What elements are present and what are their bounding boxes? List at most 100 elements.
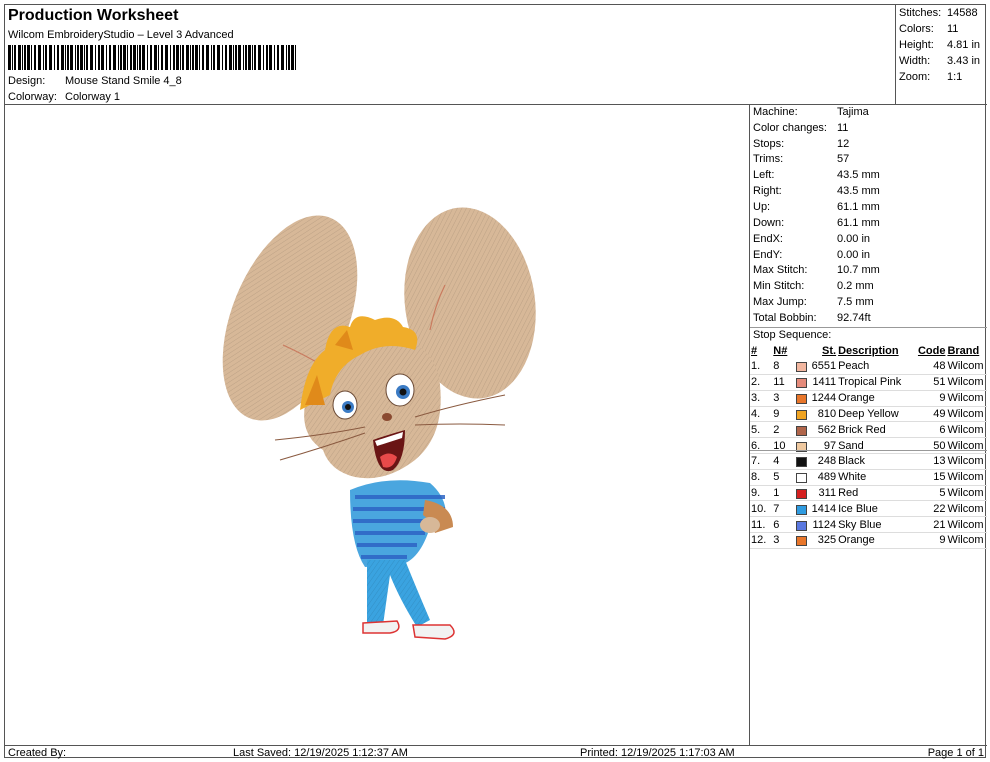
table-row: 12. 3 325 Orange 9 Wilcom [750,532,987,549]
row-index: 10. [750,500,773,518]
row-brand: Wilcom [946,406,987,423]
row-stitches-cell: 810 [794,406,838,423]
row-brand: Wilcom [946,437,987,455]
info-stops: Stops: 12 [753,138,850,150]
barcode-image [8,45,296,70]
color-swatch [795,378,807,389]
info-min-stitch: Min Stitch: 0.2 mm [753,280,874,292]
row-needle: 2 [772,421,795,439]
design-preview-canvas[interactable] [5,105,750,745]
row-code: 5 [912,485,947,502]
col-description: Description [838,344,899,357]
row-brand: Wilcom [946,453,987,470]
stop-sequence-rows: 1. 8 6551 Peach 48 Wilcom 2. 11 1411 Tropical Pin… [750,358,987,549]
row-index: 7. [750,453,773,470]
row-description: Tropical Pink [837,374,913,391]
colorway-row: Colorway: Colorway 1 [8,91,120,103]
stats-colors: Colors: 11 [899,23,959,35]
row-stitches-cell: 489 [794,469,838,486]
row-brand: Wilcom [946,516,987,534]
color-swatch [795,362,807,373]
printed-date: Printed: 12/19/2025 1:17:03 AM [580,747,735,759]
info-max-jump: Max Jump: 7.5 mm [753,296,874,308]
row-brand: Wilcom [946,500,987,518]
row-code: 9 [912,390,947,407]
row-needle: 8 [772,358,795,376]
row-needle: 5 [772,469,795,486]
table-row: 3. 3 1244 Orange 9 Wilcom [750,390,987,407]
row-code: 9 [912,532,947,549]
row-code: 49 [912,406,947,423]
design-value: Mouse Stand Smile 4_8 [65,75,182,87]
row-description: Black [837,453,913,470]
row-stitches: 6551 [811,360,837,373]
table-row: 2. 11 1411 Tropical Pink 51 Wilcom [750,374,987,391]
color-swatch [795,410,807,421]
row-brand: Wilcom [946,390,987,407]
col-index: # [751,344,758,357]
row-index: 3. [750,390,773,407]
stats-width: Width: 3.43 in [899,55,981,67]
row-description: Ice Blue [837,500,913,518]
page-number: Page 1 of 1 [927,747,984,759]
row-description: Deep Yellow [837,406,913,423]
row-brand: Wilcom [946,485,987,502]
table-row: 9. 1 311 Red 5 Wilcom [750,485,987,502]
row-needle: 3 [772,532,795,549]
row-index: 6. [750,437,773,455]
row-code: 6 [912,421,947,439]
row-code: 15 [912,469,947,486]
row-stitches: 1124 [812,518,837,531]
row-index: 4. [750,406,773,423]
row-description: Sky Blue [837,516,913,534]
last-saved: Last Saved: 12/19/2025 1:12:37 AM [233,747,408,759]
table-row: 10. 7 1414 Ice Blue 22 Wilcom [750,500,987,518]
row-description: Orange [837,390,913,407]
row-stitches-cell: 1411 [794,374,838,391]
stats-height: Height: 4.81 in [899,39,981,51]
colorway-label: Colorway: [8,91,57,103]
software-name: Wilcom EmbroideryStudio – Level 3 Advanc… [8,29,234,41]
row-description: Red [837,485,913,502]
color-swatch [795,536,807,547]
row-stitches-cell: 6551 [794,358,838,376]
row-stitches-cell: 248 [794,453,838,470]
row-stitches-cell: 1124 [794,516,838,534]
color-swatch [795,457,807,468]
row-brand: Wilcom [946,374,987,391]
row-stitches-cell: 325 [794,532,838,549]
row-stitches-cell: 97 [794,437,838,455]
page-title: Production Worksheet [8,7,179,24]
stop-sequence-title: Stop Sequence: [750,327,987,343]
row-description: Orange [837,532,913,549]
mouse-embroidery-image [222,207,536,640]
info-trims: Trims: 57 [753,153,850,165]
col-code: Code [917,344,946,357]
stats-stitches: Stitches: 14588 [899,7,978,19]
row-index: 12. [750,532,773,549]
row-stitches-cell: 311 [794,485,838,502]
design-label: Design: [8,75,46,87]
stats-zoom: Zoom: 1:1 [899,71,963,83]
row-index: 11. [750,516,773,534]
row-stitches: 1414 [811,502,837,515]
table-row: 5. 2 562 Brick Red 6 Wilcom [750,421,987,439]
row-brand: Wilcom [946,532,987,549]
row-code: 21 [912,516,947,534]
row-needle: 3 [772,390,795,407]
table-row: 7. 4 248 Black 13 Wilcom [750,453,987,470]
row-stitches: 489 [817,471,837,484]
row-stitches: 810 [817,408,837,421]
stop-sequence-table: # N# St. Description Code Brand 1. 8 6551 P… [750,343,987,549]
table-row: 4. 9 810 Deep Yellow 49 Wilcom [750,406,987,423]
table-header-row: # N# St. Description Code Brand [750,343,987,359]
color-swatch [795,425,807,436]
col-brand: Brand [947,344,980,357]
color-swatch [795,473,807,484]
info-left: Left: 43.5 mm [753,169,880,181]
row-code: 13 [912,453,947,470]
info-endy: EndY: 0.00 in [753,249,871,261]
row-needle: 9 [772,406,795,423]
row-code: 50 [912,437,947,455]
production-worksheet: Production Worksheet Wilcom EmbroiderySt… [4,4,987,759]
